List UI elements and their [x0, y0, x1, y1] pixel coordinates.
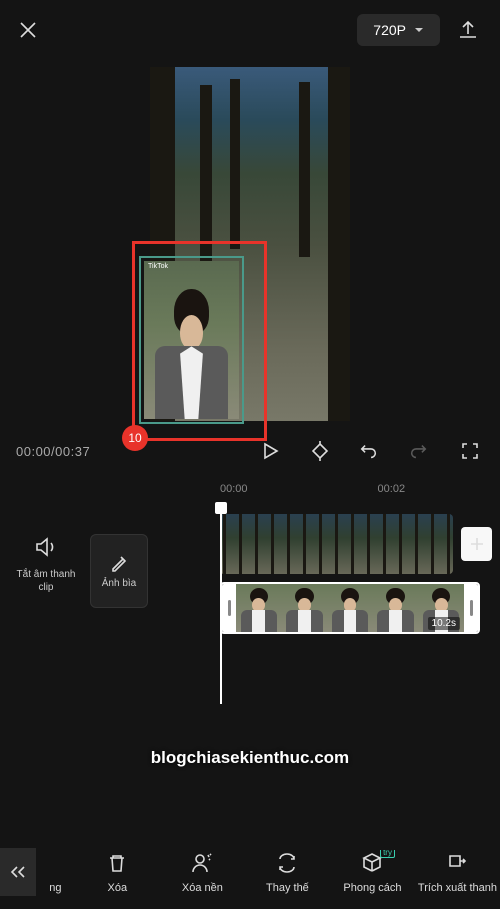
timeline-ruler[interactable]: 00:00 00:02: [0, 474, 500, 504]
clip-trim-handle-left[interactable]: [222, 584, 236, 632]
toolbar-label: Xóa: [108, 882, 128, 894]
pip-overlay-image[interactable]: TikTok: [144, 261, 239, 419]
resolution-dropdown[interactable]: 720P: [357, 14, 440, 46]
annotation-badge: 10: [122, 425, 148, 451]
replace-icon: [276, 853, 298, 873]
mute-clip-button[interactable]: Tắt âm thanh clip: [12, 534, 80, 608]
preview-area[interactable]: TikTok 10: [0, 60, 500, 428]
clip-duration-label: 10.2s: [428, 617, 460, 630]
toolbar-extract-audio[interactable]: Trích xuất thanh: [415, 850, 500, 894]
toolbar-item-partial[interactable]: ng: [36, 850, 75, 894]
try-badge: try: [380, 850, 395, 858]
timeline[interactable]: 00:00 00:02 Tắt âm thanh clip Ảnh bìa: [0, 474, 500, 784]
export-button[interactable]: [452, 14, 484, 46]
pip-clip[interactable]: 10.2s: [220, 582, 480, 634]
undo-button[interactable]: [356, 437, 384, 465]
toolbar-label: Thay thế: [266, 882, 309, 894]
toolbar-style[interactable]: try Phong cách: [330, 850, 415, 894]
toolbar-label: ng: [49, 882, 61, 894]
ruler-tick: 00:02: [378, 483, 406, 495]
pencil-icon: [110, 554, 128, 572]
tiktok-watermark: TikTok: [148, 263, 168, 270]
chevron-double-left-icon: [9, 865, 27, 879]
toolbar-label: Phong cách: [343, 882, 401, 894]
playhead[interactable]: [220, 504, 222, 704]
person-sparkle-icon: [190, 851, 214, 875]
toolbar-replace[interactable]: Thay thế: [245, 850, 330, 894]
redo-button[interactable]: [406, 437, 434, 465]
plus-icon: [469, 536, 485, 552]
fullscreen-button[interactable]: [456, 437, 484, 465]
add-clip-button[interactable]: [461, 527, 492, 561]
cover-thumbnail-button[interactable]: Ảnh bìa: [90, 534, 148, 608]
keyframe-button[interactable]: [306, 437, 334, 465]
overlay-selection-box[interactable]: TikTok 10: [132, 241, 267, 441]
timecode-label: 00:00/00:37: [16, 444, 90, 459]
speaker-icon: [34, 537, 58, 557]
resolution-label: 720P: [373, 22, 406, 38]
bottom-toolbar: ng Xóa Xóa nền Thay thế try Phong cách T…: [0, 834, 500, 909]
ruler-tick: 00:00: [220, 483, 248, 495]
toolbar-remove-bg[interactable]: Xóa nền: [160, 850, 245, 894]
close-button[interactable]: [16, 18, 40, 42]
play-button[interactable]: [256, 437, 284, 465]
preview-canvas[interactable]: TikTok 10: [150, 67, 350, 421]
chevron-down-icon: [414, 27, 424, 33]
trash-icon: [106, 852, 128, 874]
main-video-track[interactable]: [220, 514, 500, 574]
toolbar-back-button[interactable]: [0, 848, 36, 896]
cover-label: Ảnh bìa: [102, 578, 136, 589]
clip-trim-handle-right[interactable]: [464, 584, 478, 632]
mute-label: Tắt âm thanh clip: [12, 568, 80, 594]
toolbar-delete[interactable]: Xóa: [75, 850, 160, 894]
toolbar-label: Trích xuất thanh: [418, 882, 497, 894]
toolbar-label: Xóa nền: [182, 882, 223, 894]
overlay-inner-frame: TikTok: [139, 256, 244, 424]
overlay-track[interactable]: 10.2s: [220, 582, 500, 634]
extract-icon: [446, 852, 468, 874]
main-clip[interactable]: [220, 514, 453, 574]
